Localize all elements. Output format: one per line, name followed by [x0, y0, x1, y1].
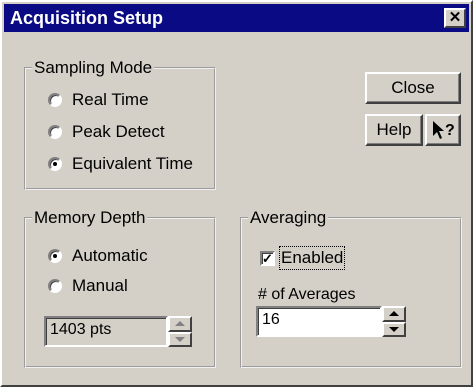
radio-real-time-label: Real Time: [72, 90, 149, 109]
memory-depth-down-arrow-icon: [168, 331, 192, 347]
radio-peak-detect-label: Peak Detect: [72, 122, 165, 141]
memory-depth-field: 1403 pts: [44, 316, 168, 347]
averages-count-label: # of Averages: [258, 286, 356, 303]
radio-peak-detect[interactable]: Peak Detect: [48, 122, 165, 142]
enabled-checkbox-row[interactable]: ✓ Enabled: [260, 246, 346, 270]
radio-manual[interactable]: Manual: [48, 276, 128, 296]
averaging-legend: Averaging: [250, 208, 327, 227]
title-bar[interactable]: Acquisition Setup ✕: [4, 4, 469, 32]
radio-manual-button[interactable]: [48, 279, 62, 293]
close-button[interactable]: Close: [365, 72, 461, 104]
sampling-mode-legend: Sampling Mode: [34, 58, 153, 77]
help-button[interactable]: Help: [365, 114, 423, 146]
close-window-icon[interactable]: ✕: [444, 8, 466, 28]
radio-automatic-label: Automatic: [72, 246, 148, 265]
enabled-label: Enabled: [278, 246, 346, 270]
radio-equivalent-time-button[interactable]: [48, 157, 62, 171]
memory-depth-legend: Memory Depth: [34, 208, 146, 227]
whats-this-help-button[interactable]: ?: [425, 114, 461, 146]
pointer-question-icon: ?: [433, 121, 455, 139]
memory-depth-up-arrow-icon: [168, 316, 192, 332]
acquisition-setup-dialog: Acquisition Setup ✕ Sampling Mode Real T…: [0, 0, 473, 387]
averages-down-arrow-icon[interactable]: [382, 321, 406, 337]
question-glyph: ?: [445, 122, 455, 139]
radio-manual-label: Manual: [72, 276, 128, 295]
averages-up-arrow-icon[interactable]: [382, 306, 406, 322]
radio-automatic[interactable]: Automatic: [48, 246, 148, 266]
memory-depth-spinner: [168, 316, 192, 347]
enabled-checkbox[interactable]: ✓: [260, 250, 275, 266]
dialog-title: Acquisition Setup: [10, 8, 163, 28]
radio-equivalent-time-label: Equivalent Time: [72, 154, 193, 173]
radio-automatic-button[interactable]: [48, 249, 62, 263]
radio-real-time-button[interactable]: [48, 93, 62, 107]
radio-peak-detect-button[interactable]: [48, 125, 62, 139]
radio-real-time[interactable]: Real Time: [48, 90, 149, 110]
averages-count-spinner[interactable]: [382, 306, 406, 337]
radio-equivalent-time[interactable]: Equivalent Time: [48, 154, 193, 174]
averages-count-input[interactable]: 16: [256, 306, 382, 337]
